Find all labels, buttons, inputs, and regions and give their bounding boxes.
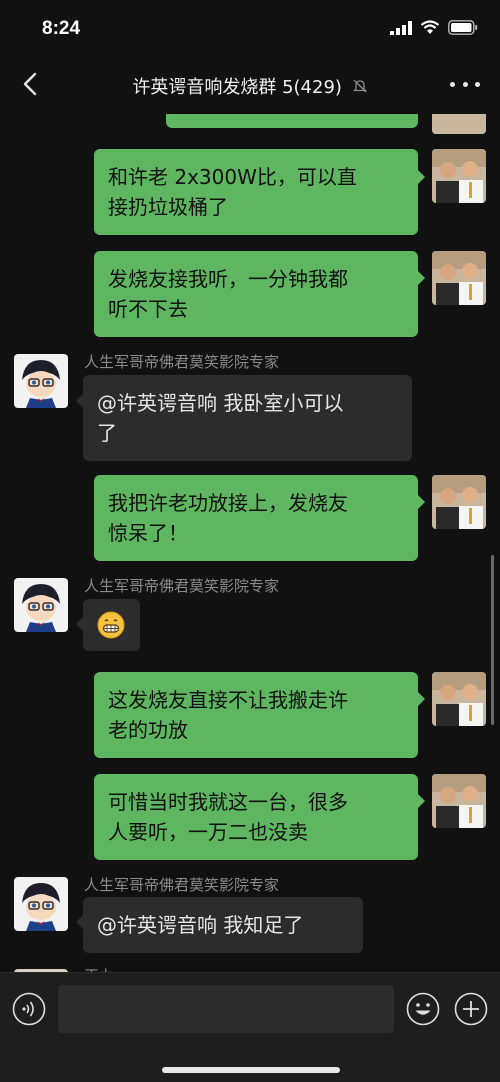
sender-name-partial: 王力 [84, 965, 114, 972]
message-text: 这发烧友直接不让我搬走许 [108, 688, 348, 712]
status-icons [390, 20, 478, 35]
chat-title-text: 许英谔音响发烧群 5(429) [132, 77, 342, 98]
chat-title: 许英谔音响发烧群 5(429) [0, 73, 500, 99]
bubble-tail [418, 794, 425, 808]
message-text: 人要听，一万二也没卖 [108, 820, 308, 844]
avatar-me[interactable] [432, 149, 486, 203]
message-bubble[interactable]: @许英谔音响 我卧室小可以 了 [83, 375, 412, 461]
avatar-me[interactable] [432, 774, 486, 828]
emoji-icon [406, 992, 440, 1026]
avatar-me[interactable] [432, 251, 486, 305]
bubble-tail [76, 617, 83, 631]
message-input[interactable] [58, 985, 394, 1033]
message-text: 听不下去 [108, 297, 188, 321]
bubble-tail [418, 692, 425, 706]
avatar-sender[interactable] [14, 877, 68, 931]
message-text: 惊呆了！ [108, 521, 188, 545]
message-bubble-partial[interactable] [166, 114, 418, 128]
status-bar: 8:24 [0, 0, 500, 56]
voice-icon [12, 992, 46, 1026]
message-text: 发烧友接我听，一分钟我都 [108, 267, 348, 291]
message-text: 可惜当时我就这一台，很多 [108, 790, 348, 814]
bubble-tail [418, 271, 425, 285]
message-text: 接扔垃圾桶了 [108, 195, 228, 219]
scrollbar[interactable] [491, 555, 494, 725]
message-text: 和许老 2x300W比，可以直 [108, 165, 357, 189]
home-indicator[interactable] [162, 1067, 340, 1073]
bubble-tail [418, 495, 425, 509]
bubble-tail [76, 394, 83, 408]
input-bar [0, 972, 500, 1082]
message-bubble[interactable]: 和许老 2x300W比，可以直 接扔垃圾桶了 [94, 149, 418, 235]
message-bubble[interactable]: @许英谔音响 我知足了 [83, 897, 363, 953]
mute-bell-icon [352, 78, 368, 99]
emoji-button[interactable] [406, 992, 440, 1026]
avatar-me[interactable] [432, 114, 486, 134]
message-bubble[interactable] [83, 599, 140, 651]
grinning-face-icon [97, 611, 125, 639]
message-text: @许英谔音响 我知足了 [97, 913, 304, 937]
voice-button[interactable] [12, 992, 46, 1026]
message-bubble[interactable]: 发烧友接我听，一分钟我都 听不下去 [94, 251, 418, 337]
message-bubble[interactable]: 这发烧友直接不让我搬走许 老的功放 [94, 672, 418, 758]
sender-name: 人生军哥帝佛君莫笑影院专家 [84, 353, 280, 371]
battery-icon [448, 20, 478, 35]
more-icon [450, 81, 455, 87]
message-bubble[interactable]: 可惜当时我就这一台，很多 人要听，一万二也没卖 [94, 774, 418, 860]
plus-icon [454, 992, 488, 1026]
sender-name: 人生军哥帝佛君莫笑影院专家 [84, 577, 280, 595]
wifi-icon [420, 20, 440, 34]
more-button[interactable] [450, 72, 480, 96]
sender-name: 人生军哥帝佛君莫笑影院专家 [84, 876, 280, 894]
avatar-me[interactable] [432, 672, 486, 726]
avatar-me[interactable] [432, 475, 486, 529]
message-text: @许英谔音响 我卧室小可以 [97, 391, 344, 415]
bubble-tail [76, 915, 83, 929]
avatar-sender[interactable] [14, 354, 68, 408]
status-time: 8:24 [42, 18, 81, 39]
bubble-tail [418, 170, 425, 184]
nav-bar: 许英谔音响发烧群 5(429) [0, 56, 500, 114]
avatar-sender[interactable] [14, 578, 68, 632]
message-text: 老的功放 [108, 718, 188, 742]
message-bubble[interactable]: 我把许老功放接上，发烧友 惊呆了！ [94, 475, 418, 561]
chat-message-list[interactable]: 和许老 2x300W比，可以直 接扔垃圾桶了 发烧友接我听，一分钟我都 听不下去 [0, 114, 500, 972]
plus-button[interactable] [454, 992, 488, 1026]
message-text: 我把许老功放接上，发烧友 [108, 491, 348, 515]
message-text: 了 [97, 421, 117, 445]
signal-icon [390, 20, 412, 35]
